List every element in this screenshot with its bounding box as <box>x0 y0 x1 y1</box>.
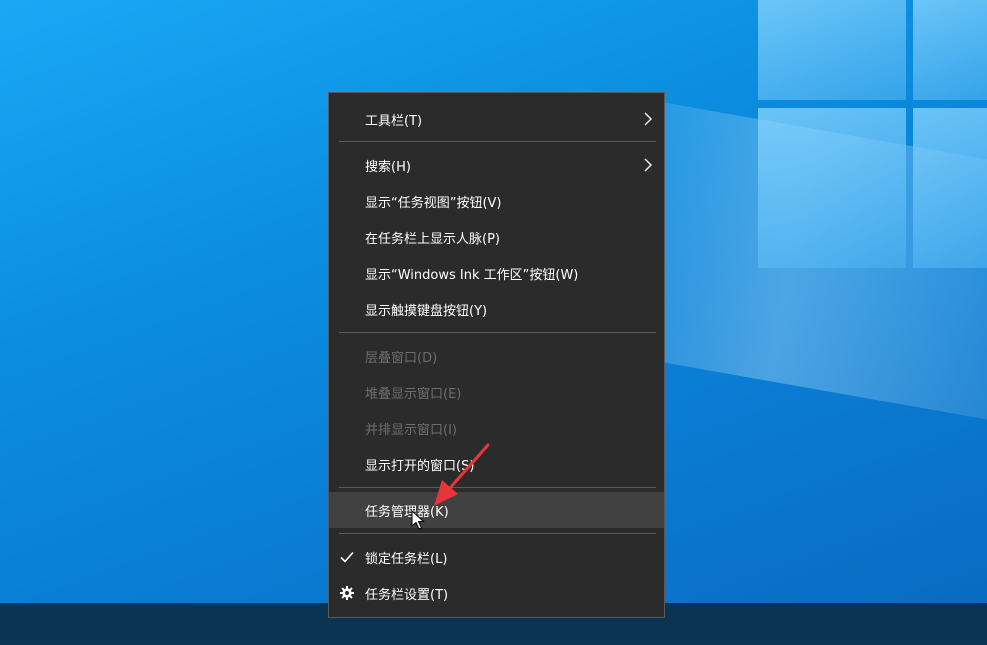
menu-item-label: 搜索(H) <box>365 159 411 175</box>
menu-item-show-task-view-button[interactable]: 显示“任务视图”按钮(V) <box>329 183 664 219</box>
menu-item-search[interactable]: 搜索(H) <box>329 147 664 183</box>
wallpaper-logo-pane-top-left <box>758 0 906 100</box>
menu-item-label: 显示触摸键盘按钮(Y) <box>365 303 488 319</box>
taskbar-context-menu: 工具栏(T) 搜索(H) 显示“任务视图”按钮(V) 在任务栏上显示人脉(P) … <box>328 92 665 618</box>
menu-item-label: 显示“Windows Ink 工作区”按钮(W) <box>365 267 579 283</box>
chevron-right-icon <box>644 112 652 126</box>
menu-item-show-touch-keyboard-button[interactable]: 显示触摸键盘按钮(Y) <box>329 291 664 327</box>
menu-item-label: 任务栏设置(T) <box>365 587 449 603</box>
mouse-pointer-icon <box>411 510 425 530</box>
annotation-arrow-icon <box>434 443 490 506</box>
menu-item-taskbar-settings[interactable]: 任务栏设置(T) <box>329 575 664 611</box>
menu-separator <box>339 533 656 534</box>
menu-separator <box>339 141 656 142</box>
gear-icon <box>340 586 354 600</box>
menu-item-cascade-windows: 层叠窗口(D) <box>329 338 664 374</box>
menu-separator <box>339 332 656 333</box>
wallpaper-logo-pane-top-right <box>913 0 987 100</box>
menu-item-label: 锁定任务栏(L) <box>365 551 448 567</box>
menu-item-label: 堆叠显示窗口(E) <box>365 386 462 402</box>
menu-item-stack-windows: 堆叠显示窗口(E) <box>329 374 664 410</box>
menu-item-label: 工具栏(T) <box>365 113 423 129</box>
menu-item-label: 并排显示窗口(I) <box>365 422 457 438</box>
chevron-right-icon <box>644 158 652 172</box>
wallpaper-logo-pane-bottom-left <box>758 108 906 268</box>
menu-item-label: 在任务栏上显示人脉(P) <box>365 231 500 247</box>
menu-item-label: 显示“任务视图”按钮(V) <box>365 195 502 211</box>
menu-item-label: 层叠窗口(D) <box>365 350 438 366</box>
menu-item-toolbars[interactable]: 工具栏(T) <box>329 101 664 137</box>
checkmark-icon <box>340 551 354 563</box>
menu-item-show-windows-ink-button[interactable]: 显示“Windows Ink 工作区”按钮(W) <box>329 255 664 291</box>
menu-item-show-people[interactable]: 在任务栏上显示人脉(P) <box>329 219 664 255</box>
wallpaper-logo-pane-bottom-right <box>913 108 987 268</box>
menu-item-lock-taskbar[interactable]: 锁定任务栏(L) <box>329 539 664 575</box>
